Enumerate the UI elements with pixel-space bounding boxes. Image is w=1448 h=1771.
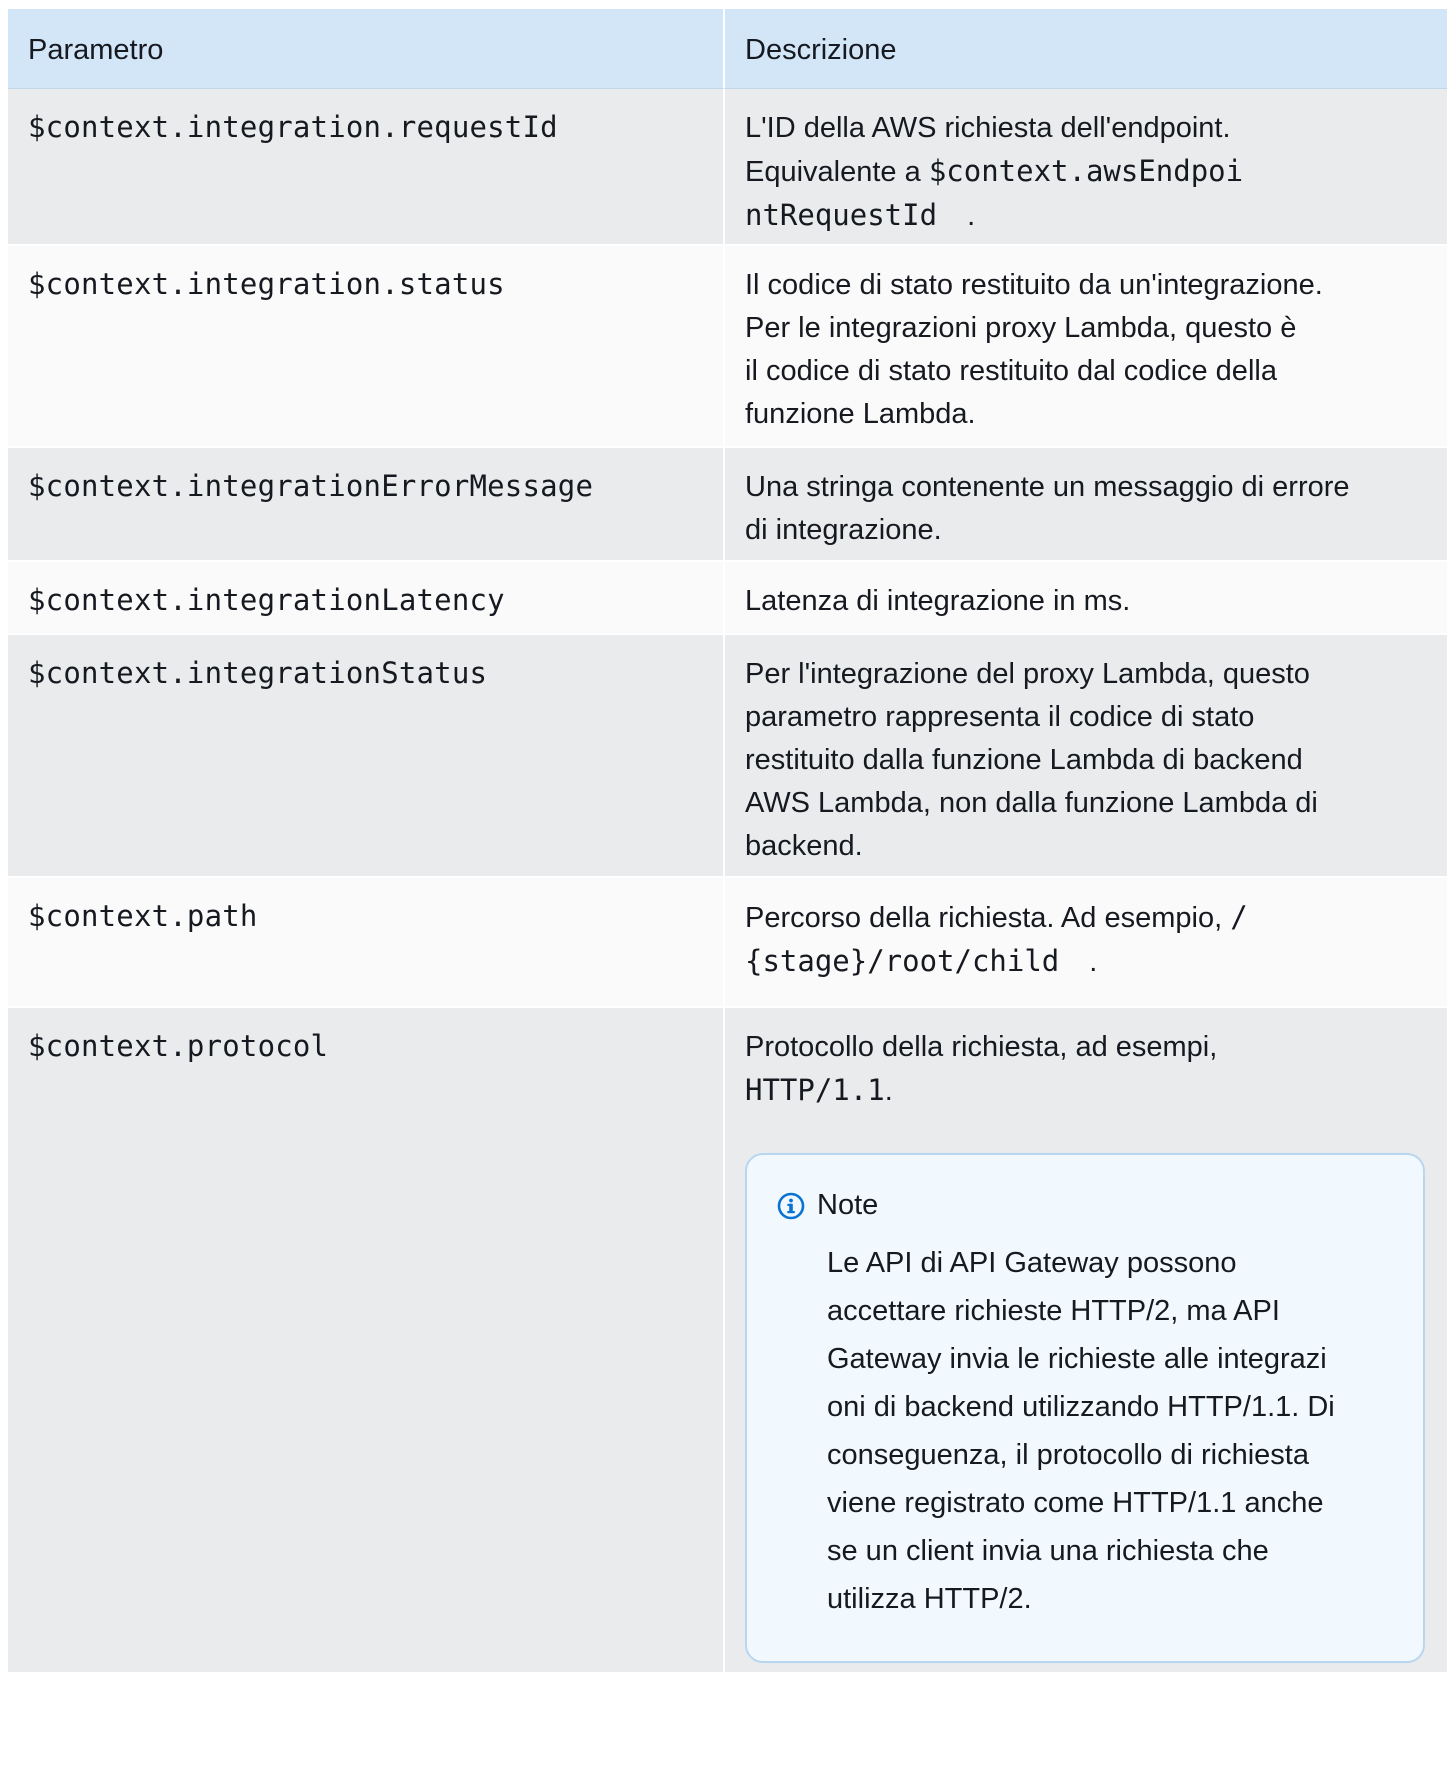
note-callout: Note Le API di API Gateway possono accet… (745, 1153, 1425, 1663)
param-name: $context.integration.status (28, 267, 505, 301)
note-line: oni di backend utilizzando HTTP/1.1. Di (827, 1391, 1335, 1423)
note-body: Le API di API Gateway possono accettare … (777, 1239, 1393, 1623)
param-name: $context.path (28, 899, 258, 933)
context-variables-table: Parametro Descrizione $context.integrati… (8, 9, 1447, 1672)
table-row-desc: L'ID della AWS richiesta dell'endpoint. … (725, 89, 1447, 246)
param-name: $context.protocol (28, 1029, 329, 1063)
desc-line: Latenza di integrazione in ms. (745, 585, 1131, 617)
header-parametro: Parametro (8, 9, 725, 89)
note-line: Le API di API Gateway possono (827, 1247, 1237, 1279)
table-row-param: $context.integrationLatency (8, 562, 725, 635)
table-row-desc: Una stringa contenente un messaggio di e… (725, 448, 1447, 562)
desc-line: Il codice di stato restituito da un'inte… (745, 269, 1323, 301)
note-line: Gateway invia le richieste alle integraz… (827, 1343, 1327, 1375)
desc-line: di integrazione. (745, 514, 942, 546)
param-name: $context.integrationLatency (28, 583, 505, 617)
table-row-desc: Latenza di integrazione in ms. (725, 562, 1447, 635)
note-line: accettare richieste HTTP/2, ma API (827, 1295, 1280, 1327)
desc-text: L'ID della AWS richiesta dell'endpoint. (745, 112, 1231, 144)
table-row-desc: Per l'integrazione del proxy Lambda, que… (725, 635, 1447, 878)
header-descrizione: Descrizione (725, 9, 1447, 89)
desc-text: . (967, 200, 976, 232)
desc-text: . (884, 1075, 893, 1107)
desc-line: backend. (745, 830, 863, 862)
table-row-desc: Protocollo della richiesta, ad esempi, H… (725, 1008, 1447, 1672)
table-row-param: $context.integrationErrorMessage (8, 448, 725, 562)
table-row-param: $context.integration.requestId (8, 89, 725, 246)
desc-text: Protocollo della richiesta, ad esempi, (745, 1031, 1218, 1063)
note-title: Note (817, 1189, 879, 1221)
desc-line: funzione Lambda. (745, 398, 976, 430)
table-row-param: $context.integrationStatus (8, 635, 725, 878)
desc-line: parametro rappresenta il codice di stato (745, 701, 1255, 733)
desc-line: Una stringa contenente un messaggio di e… (745, 471, 1350, 503)
param-name: $context.integrationErrorMessage (28, 469, 594, 503)
param-name: $context.integrationStatus (28, 656, 488, 690)
note-line: se un client invia una richiesta che (827, 1535, 1269, 1567)
desc-line: Per le integrazioni proxy Lambda, questo… (745, 312, 1297, 344)
desc-text: Percorso della richiesta. Ad esempio, (745, 902, 1223, 934)
desc-code: ntRequestId (745, 198, 938, 232)
note-line: utilizza HTTP/2. (827, 1583, 1032, 1615)
note-header: Note (777, 1185, 1393, 1225)
param-name: $context.integration.requestId (28, 110, 558, 144)
desc-code: {stage}/root/child (745, 944, 1060, 978)
desc-code: $context.awsEndpoi (928, 154, 1244, 188)
desc-line: AWS Lambda, non dalla funzione Lambda di (745, 787, 1318, 819)
table-row-param: $context.integration.status (8, 246, 725, 448)
table-row-desc: Il codice di stato restituito da un'inte… (725, 246, 1447, 448)
table-row-desc: Percorso della richiesta. Ad esempio, / … (725, 878, 1447, 1008)
note-line: viene registrato come HTTP/1.1 anche (827, 1487, 1324, 1519)
info-icon (777, 1191, 805, 1220)
table-row-param: $context.path (8, 878, 725, 1008)
table-row-param: $context.protocol (8, 1008, 725, 1672)
note-line: conseguenza, il protocollo di richiesta (827, 1439, 1309, 1471)
desc-code: / (1230, 900, 1248, 934)
desc-text: Equivalente a (745, 156, 921, 188)
desc-line: Per l'integrazione del proxy Lambda, que… (745, 658, 1310, 690)
desc-code: HTTP/1.1 (745, 1073, 885, 1107)
desc-text: . (1089, 946, 1098, 978)
desc-line: il codice di stato restituito dal codice… (745, 355, 1277, 387)
desc-line: restituito dalla funzione Lambda di back… (745, 744, 1303, 776)
